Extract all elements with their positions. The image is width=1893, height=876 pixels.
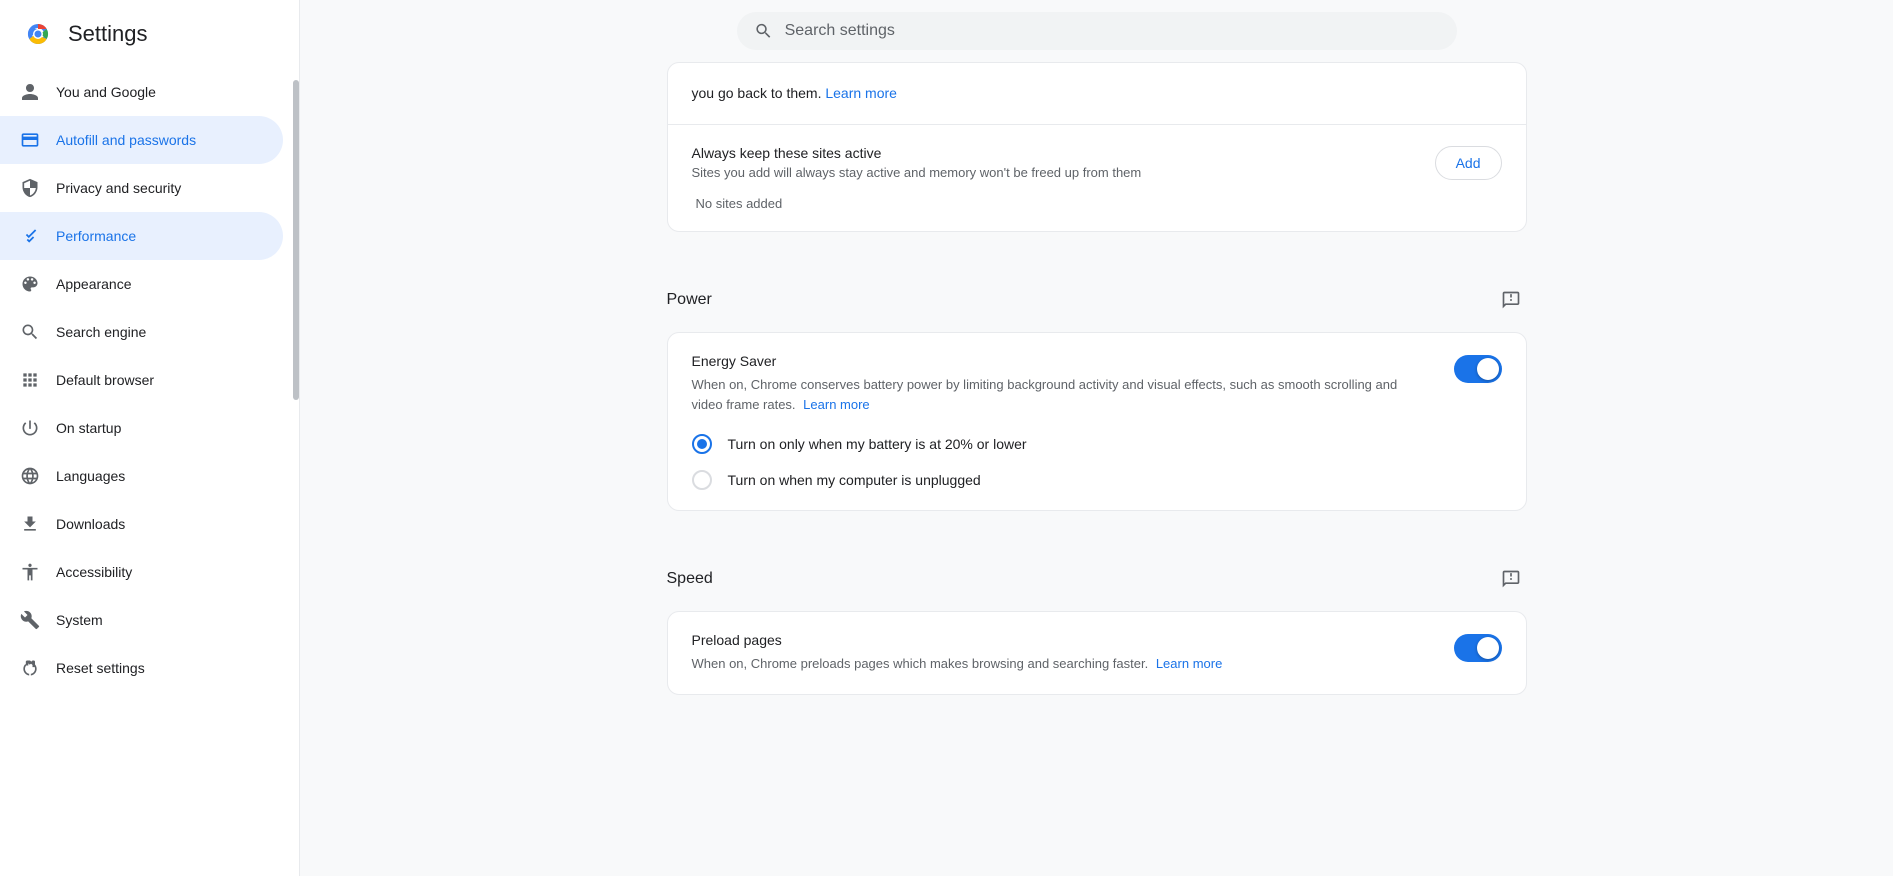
radio-circle-battery-20: [692, 434, 712, 454]
radio-circle-unplugged: [692, 470, 712, 490]
accessibility-icon: [20, 562, 40, 582]
energy-saver-header: Energy Saver When on, Chrome conserves b…: [692, 353, 1502, 414]
always-active-card: you go back to them. Learn more Always k…: [667, 62, 1527, 232]
radio-label-unplugged: Turn on when my computer is unplugged: [728, 472, 981, 488]
preload-pages-toggle[interactable]: [1454, 634, 1502, 662]
preload-learn-more-link[interactable]: Learn more: [1156, 656, 1222, 671]
always-active-section: Always keep these sites active Sites you…: [668, 125, 1526, 231]
radio-label-battery-20: Turn on only when my battery is at 20% o…: [728, 436, 1027, 452]
autofill-icon: [20, 130, 40, 150]
sidebar-item-label: Default browser: [56, 372, 154, 388]
feedback-icon: [1501, 290, 1521, 310]
always-active-row: Always keep these sites active Sites you…: [692, 145, 1502, 180]
card-intro: you go back to them. Learn more: [668, 63, 1526, 125]
sidebar-scrollbar-track[interactable]: [293, 0, 299, 876]
chrome-logo-icon: [20, 16, 56, 52]
energy-saver-toggle-thumb: [1477, 358, 1499, 380]
browser-icon: [20, 370, 40, 390]
sidebar-item-label: Performance: [56, 228, 136, 244]
sidebar-scrollbar-thumb[interactable]: [293, 80, 299, 400]
energy-saver-content: Energy Saver When on, Chrome conserves b…: [692, 353, 1412, 414]
content-area: you go back to them. Learn more Always k…: [667, 62, 1527, 695]
sidebar-item-label: Privacy and security: [56, 180, 181, 196]
energy-saver-toggle[interactable]: [1454, 355, 1502, 383]
search-icon: [754, 21, 773, 41]
speed-feedback-icon: [1501, 569, 1521, 589]
preload-pages-content: Preload pages When on, Chrome preloads p…: [692, 632, 1223, 674]
speed-section-header: Speed: [667, 535, 1527, 611]
energy-saver-card: Energy Saver When on, Chrome conserves b…: [667, 332, 1527, 511]
always-active-title: Always keep these sites active: [692, 145, 1142, 161]
sidebar-item-label: Downloads: [56, 516, 125, 532]
sidebar-item-label: On startup: [56, 420, 121, 436]
always-active-description: Sites you add will always stay active an…: [692, 165, 1142, 180]
sidebar-nav: You and Google Autofill and passwords Pr…: [0, 64, 299, 696]
card-intro-text: you go back to them. Learn more: [692, 85, 897, 101]
startup-icon: [20, 418, 40, 438]
performance-icon: [20, 226, 40, 246]
energy-saver-options: Turn on only when my battery is at 20% o…: [692, 434, 1502, 490]
speed-feedback-button[interactable]: [1495, 563, 1527, 595]
appearance-icon: [20, 274, 40, 294]
radio-option-battery-20[interactable]: Turn on only when my battery is at 20% o…: [692, 434, 1502, 454]
sidebar-item-label: You and Google: [56, 84, 156, 100]
sidebar-item-accessibility[interactable]: Accessibility: [0, 548, 283, 596]
always-active-text: Always keep these sites active Sites you…: [692, 145, 1142, 180]
sidebar-header: Settings: [0, 0, 299, 64]
sidebar-item-languages[interactable]: Languages: [0, 452, 283, 500]
energy-saver-title: Energy Saver: [692, 353, 1412, 369]
sidebar-item-label: Autofill and passwords: [56, 132, 196, 148]
sidebar-item-autofill-and-passwords[interactable]: Autofill and passwords: [0, 116, 283, 164]
sidebar-item-label: System: [56, 612, 103, 628]
energy-saver-learn-more-link[interactable]: Learn more: [803, 397, 869, 412]
search-icon: [20, 322, 40, 342]
sidebar-item-default-browser[interactable]: Default browser: [0, 356, 283, 404]
search-input[interactable]: [785, 22, 1440, 40]
system-icon: [20, 610, 40, 630]
sidebar-item-label: Search engine: [56, 324, 146, 340]
download-icon: [20, 514, 40, 534]
add-site-button[interactable]: Add: [1435, 146, 1502, 180]
app-title: Settings: [68, 21, 148, 47]
search-bar-container: [340, 0, 1853, 62]
preload-pages-description: When on, Chrome preloads pages which mak…: [692, 654, 1223, 674]
sidebar: Settings You and Google Autofill and pas…: [0, 0, 300, 876]
preload-pages-card: Preload pages When on, Chrome preloads p…: [667, 611, 1527, 695]
language-icon: [20, 466, 40, 486]
preload-pages-title: Preload pages: [692, 632, 1223, 648]
power-section-header: Power: [667, 256, 1527, 332]
shield-icon: [20, 178, 40, 198]
intro-learn-more-link[interactable]: Learn more: [825, 85, 897, 101]
sidebar-item-appearance[interactable]: Appearance: [0, 260, 283, 308]
sidebar-item-label: Appearance: [56, 276, 132, 292]
person-icon: [20, 82, 40, 102]
sidebar-item-downloads[interactable]: Downloads: [0, 500, 283, 548]
radio-option-unplugged[interactable]: Turn on when my computer is unplugged: [692, 470, 1502, 490]
reset-icon: [20, 658, 40, 678]
power-section-title: Power: [667, 291, 712, 309]
preload-pages-toggle-thumb: [1477, 637, 1499, 659]
speed-section-title: Speed: [667, 570, 713, 588]
power-feedback-button[interactable]: [1495, 284, 1527, 316]
sidebar-item-performance[interactable]: Performance: [0, 212, 283, 260]
energy-saver-description: When on, Chrome conserves battery power …: [692, 375, 1412, 414]
sidebar-item-reset-settings[interactable]: Reset settings: [0, 644, 283, 692]
sidebar-item-on-startup[interactable]: On startup: [0, 404, 283, 452]
sidebar-item-search-engine[interactable]: Search engine: [0, 308, 283, 356]
sidebar-item-label: Reset settings: [56, 660, 145, 676]
sidebar-item-system[interactable]: System: [0, 596, 283, 644]
search-bar: [737, 12, 1457, 50]
sidebar-item-privacy-and-security[interactable]: Privacy and security: [0, 164, 283, 212]
preload-pages-header: Preload pages When on, Chrome preloads p…: [692, 632, 1502, 674]
sidebar-item-you-and-google[interactable]: You and Google: [0, 68, 283, 116]
main-content: you go back to them. Learn more Always k…: [300, 0, 1893, 876]
sidebar-item-label: Accessibility: [56, 564, 132, 580]
sidebar-item-label: Languages: [56, 468, 125, 484]
no-sites-text: No sites added: [692, 196, 1502, 211]
